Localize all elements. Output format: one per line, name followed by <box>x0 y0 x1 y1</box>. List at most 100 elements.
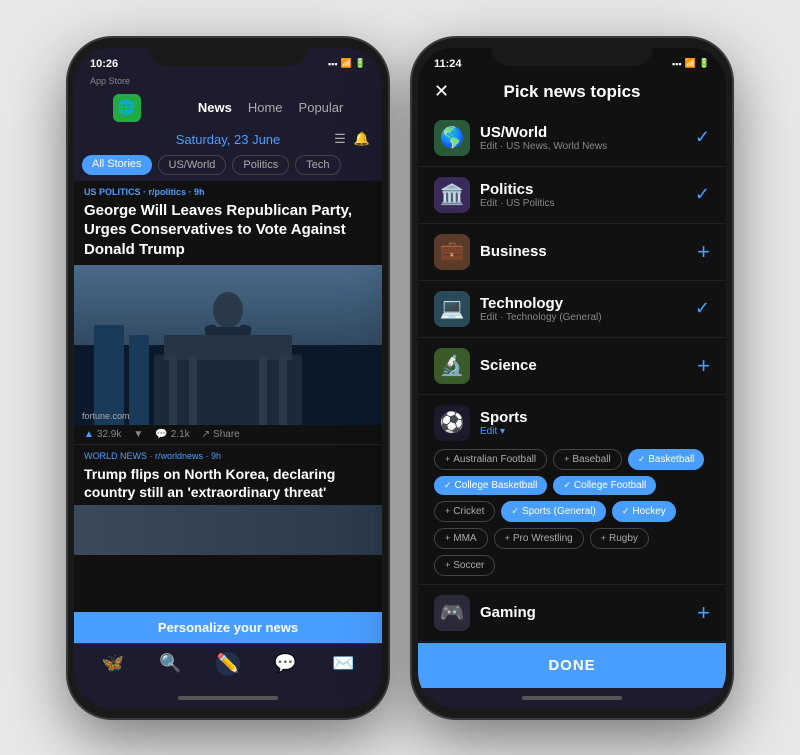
chip-plus-icon: + <box>445 533 450 543</box>
usworld-icon: 🌎 <box>434 120 470 156</box>
upvote-action[interactable]: ▲ 32.9k <box>84 429 121 440</box>
politics-subreddit: US Politics <box>506 198 554 209</box>
nav-icon-chat[interactable]: 💬 <box>274 652 298 676</box>
chip-label: MMA <box>453 533 476 544</box>
chip-plus-icon: + <box>601 533 606 543</box>
chip-label: Pro Wrestling <box>513 533 573 544</box>
topic-item-science[interactable]: 🔬 Science + <box>418 338 726 395</box>
phone1-time: 10:26 <box>90 58 118 70</box>
article1-image: fortune.com <box>74 265 382 425</box>
chip-hockey[interactable]: ✓ Hockey <box>612 501 676 522</box>
technology-edit[interactable]: Edit <box>480 312 497 323</box>
chip-australian-football[interactable]: + Australian Football <box>434 449 547 470</box>
chip-label: Australian Football <box>453 454 536 465</box>
personalize-bar[interactable]: Personalize your news <box>74 612 382 643</box>
chip-soccer[interactable]: + Soccer <box>434 555 495 576</box>
wifi-icon: 📶 <box>341 58 352 69</box>
politics-info: Politics Edit · US Politics <box>480 181 695 209</box>
usworld-subreddit: US News, World News <box>506 141 607 152</box>
downvote-icon: ▼ <box>133 429 143 440</box>
usworld-info: US/World Edit · US News, World News <box>480 124 695 152</box>
business-plus[interactable]: + <box>697 239 710 265</box>
chip-pro-wrestling[interactable]: + Pro Wrestling <box>494 528 584 549</box>
chip-baseball[interactable]: + Baseball <box>553 449 622 470</box>
technology-sub: Edit · Technology (General) <box>480 312 695 323</box>
sports-edit[interactable]: Edit ▾ <box>480 426 710 437</box>
topic-item-technology[interactable]: 💻 Technology Edit · Technology (General)… <box>418 281 726 338</box>
topic-item-gaming[interactable]: 🎮 Gaming + <box>418 585 726 642</box>
chip-label: Soccer <box>453 560 484 571</box>
chip-plus-icon: + <box>505 533 510 543</box>
nav-icon-search[interactable]: 🔍 <box>158 652 182 676</box>
science-plus[interactable]: + <box>697 353 710 379</box>
filter-us-world[interactable]: US/World <box>158 155 227 175</box>
phone2-battery-icon: 🔋 <box>699 58 710 69</box>
phones-container: 10:26 ▪▪▪ 📶 🔋 App Store 🌐 News Home <box>68 38 732 718</box>
comments-action[interactable]: 💬 2.1k <box>155 429 189 440</box>
usworld-check[interactable]: ✓ <box>695 127 710 148</box>
share-action[interactable]: ↗ Share <box>202 429 240 440</box>
chip-cricket[interactable]: + Cricket <box>434 501 495 522</box>
chip-sports-general[interactable]: ✓ Sports (General) <box>501 501 605 522</box>
nav-tab-home[interactable]: Home <box>248 100 283 115</box>
share-icon: ↗ <box>202 429 210 440</box>
gaming-info: Gaming <box>480 604 697 621</box>
phone2-screen: 11:24 ▪▪▪ 📶 🔋 ✕ Pick news topics 🌎 US <box>418 48 726 708</box>
nav-tab-popular[interactable]: Popular <box>299 100 344 115</box>
chip-rugby[interactable]: + Rugby <box>590 528 649 549</box>
filter-tech[interactable]: Tech <box>295 155 340 175</box>
gaming-plus[interactable]: + <box>697 600 710 626</box>
science-info: Science <box>480 357 697 374</box>
chip-label: Hockey <box>632 506 665 517</box>
nav-icon-compose[interactable]: ✏️ <box>216 652 240 676</box>
bottom-nav: 🦋 🔍 ✏️ 💬 ✉️ <box>74 643 382 688</box>
bell-icon[interactable]: 🔔 <box>354 131 370 147</box>
usworld-edit[interactable]: Edit <box>480 141 497 152</box>
phone2-wifi-icon: 📶 <box>685 58 696 69</box>
chip-basketball[interactable]: ✓ Basketball <box>628 449 705 470</box>
sports-info: Sports Edit ▾ <box>480 409 710 437</box>
phone2-status-bar: 11:24 ▪▪▪ 📶 🔋 <box>418 48 726 74</box>
chip-check-icon: ✓ <box>638 454 646 465</box>
chip-college-basketball[interactable]: ✓ College Basketball <box>434 476 547 495</box>
nav-tab-news[interactable]: News <box>198 100 232 115</box>
chip-college-football[interactable]: ✓ College Football <box>553 476 656 495</box>
chip-plus-icon: + <box>445 454 450 464</box>
list-icon[interactable]: ☰ <box>334 131 346 147</box>
chip-label: Rugby <box>609 533 638 544</box>
technology-icon: 💻 <box>434 291 470 327</box>
chip-check-icon: ✓ <box>511 506 519 517</box>
politics-check[interactable]: ✓ <box>695 184 710 205</box>
done-button[interactable]: DONE <box>418 643 726 688</box>
article1-headline[interactable]: George Will Leaves Republican Party, Urg… <box>74 199 382 266</box>
chip-mma[interactable]: + MMA <box>434 528 488 549</box>
science-name: Science <box>480 357 697 374</box>
phone-news-feed: 10:26 ▪▪▪ 📶 🔋 App Store 🌐 News Home <box>68 38 388 718</box>
nav-icon-mail[interactable]: ✉️ <box>331 652 355 676</box>
article1-image-svg <box>74 265 382 425</box>
business-info: Business <box>480 243 697 260</box>
downvote-action[interactable]: ▼ <box>133 429 143 440</box>
technology-check[interactable]: ✓ <box>695 298 710 319</box>
chip-label: Baseball <box>572 454 610 465</box>
topic-item-usworld[interactable]: 🌎 US/World Edit · US News, World News ✓ <box>418 110 726 167</box>
gaming-icon: 🎮 <box>434 595 470 631</box>
app-icon: 🌐 <box>113 94 141 122</box>
date-action-icons: ☰ 🔔 <box>334 131 370 147</box>
phone1-screen: 10:26 ▪▪▪ 📶 🔋 App Store 🌐 News Home <box>74 48 382 708</box>
date-text: Saturday, 23 June <box>176 132 281 147</box>
signal-icon: ▪▪▪ <box>328 59 338 69</box>
app-store-label: App Store <box>74 74 382 88</box>
politics-sub: Edit · US Politics <box>480 198 695 209</box>
business-icon: 💼 <box>434 234 470 270</box>
topic-item-business[interactable]: 💼 Business + <box>418 224 726 281</box>
gaming-name: Gaming <box>480 604 697 621</box>
nav-icon-feed[interactable]: 🦋 <box>101 652 125 676</box>
politics-icon: 🏛️ <box>434 177 470 213</box>
filter-politics[interactable]: Politics <box>232 155 289 175</box>
article2-headline[interactable]: Trump flips on North Korea, declaring co… <box>74 463 382 505</box>
politics-edit[interactable]: Edit <box>480 198 497 209</box>
filter-all-stories[interactable]: All Stories <box>82 155 152 175</box>
close-button[interactable]: ✕ <box>434 81 449 102</box>
topic-item-politics[interactable]: 🏛️ Politics Edit · US Politics ✓ <box>418 167 726 224</box>
